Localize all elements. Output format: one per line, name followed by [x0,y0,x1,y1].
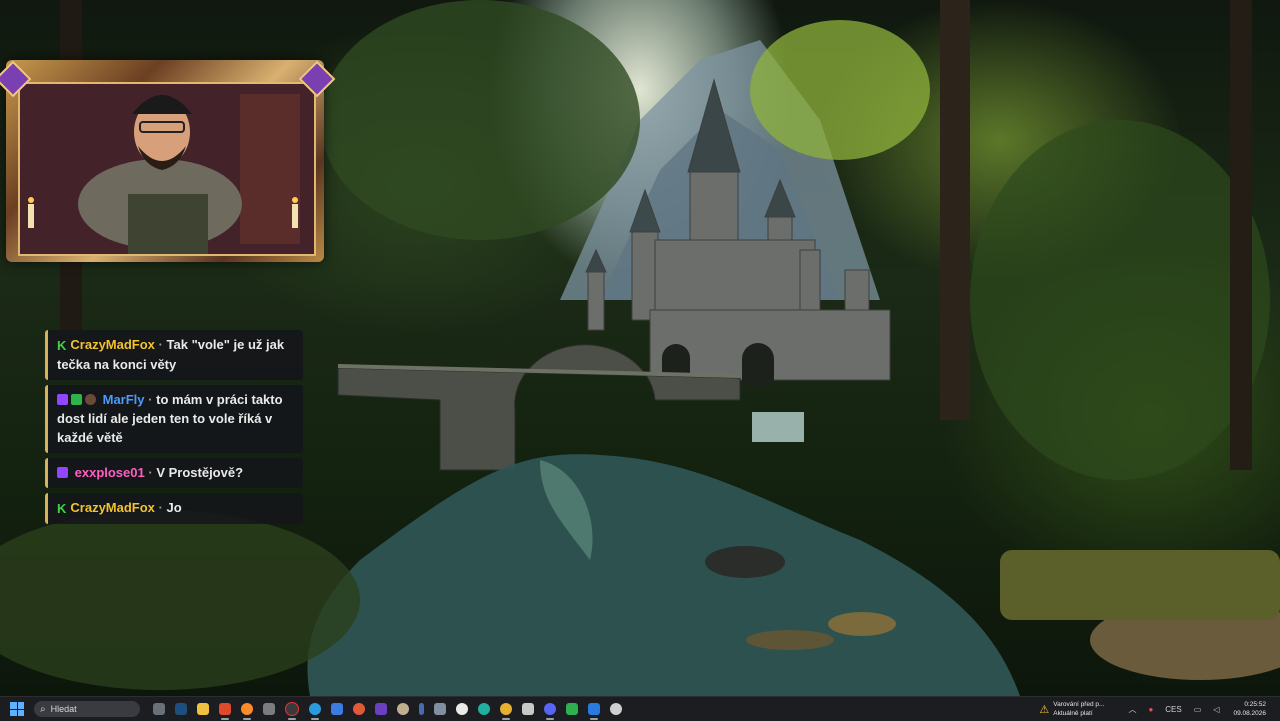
chat-text: Jo [166,500,182,515]
game-badge-icon [71,394,82,405]
app-icon[interactable] [263,703,275,715]
chat-message: K CrazyMadFox · Jo [45,493,303,524]
taskbar-search[interactable]: ⌕ Hledat [34,701,140,717]
edge-icon[interactable] [309,703,321,720]
clock[interactable]: 0:25:52 09.08.2026 [1233,700,1266,718]
github-icon[interactable] [456,703,468,715]
chat-separator: · [148,465,153,480]
warning-subtitle: Aktuálně platí [1053,710,1093,717]
clock-time: 0:25:52 [1244,701,1266,708]
notepad-icon[interactable] [522,703,534,715]
search-placeholder: Hledat [50,704,77,714]
chat-message: exxplose01 · V Prostějově? [45,458,303,488]
chat-message: MarFly · to mám v práci takto dost lidí … [45,385,303,453]
weather-warning[interactable]: ⚠ Varování před p... Aktuálně platí [1039,700,1104,718]
store-icon[interactable] [331,703,343,715]
chat-separator: · [148,392,153,407]
app-icon[interactable] [419,703,424,715]
clock-date: 09.08.2026 [1233,710,1266,717]
language-indicator[interactable]: CES [1165,705,1181,714]
taskbar: ⌕ Hledat ⚠ Varování před p... Aktuálně p… [0,696,1280,721]
taskbar-apps [148,702,627,720]
edge-dev-icon[interactable] [478,703,490,715]
chat-separator: · [158,500,163,515]
app-icon[interactable] [610,703,622,715]
chat-overlay: K CrazyMadFox · Tak "vole" je už jak tečk… [45,330,303,529]
streamer-video [20,84,314,254]
task-view-icon[interactable] [153,703,165,715]
twitch-badge-icon [57,467,68,478]
kick-badge-icon: K [57,501,67,516]
chat-message: K CrazyMadFox · Tak "vole" je už jak tečk… [45,330,303,380]
webcam-overlay [0,60,336,262]
brave-icon[interactable] [219,703,231,720]
app-icon[interactable] [397,703,409,715]
warning-title: Varování před p... [1053,701,1105,708]
chat-username: exxplose01 [74,465,145,480]
warning-icon: ⚠ [1039,703,1050,716]
start-button[interactable] [10,702,24,716]
media-player-icon[interactable] [566,703,578,715]
webcam-feed [18,82,316,256]
kick-badge-icon: K [57,338,67,353]
chat-username: MarFly [102,392,145,407]
obs-icon[interactable] [285,702,299,720]
chat-username: CrazyMadFox [70,337,155,352]
firefox-icon[interactable] [241,703,253,720]
chrome-icon[interactable] [500,703,512,720]
search-icon: ⌕ [40,703,46,715]
orb-badge-icon [85,394,96,405]
volume-icon[interactable]: ◁ [1213,705,1219,714]
vscode-icon[interactable] [588,703,600,720]
twitch-badge-icon [57,394,68,405]
discord-icon[interactable] [544,703,556,720]
chat-text: V Prostějově? [156,465,244,480]
network-icon[interactable]: ▭ [1194,705,1202,714]
file-explorer-icon[interactable] [197,703,209,715]
steam-icon[interactable] [175,703,187,715]
app-icon[interactable] [434,703,446,715]
app-icon[interactable] [353,703,365,715]
microphone-icon[interactable]: ● [1148,705,1153,714]
chat-username: CrazyMadFox [70,500,155,515]
chevron-up-icon[interactable]: ︿ [1128,704,1136,715]
app-icon[interactable] [375,703,387,715]
chat-separator: · [158,337,163,352]
system-tray: ⚠ Varování před p... Aktuálně platí ︿ ● … [1039,697,1280,721]
